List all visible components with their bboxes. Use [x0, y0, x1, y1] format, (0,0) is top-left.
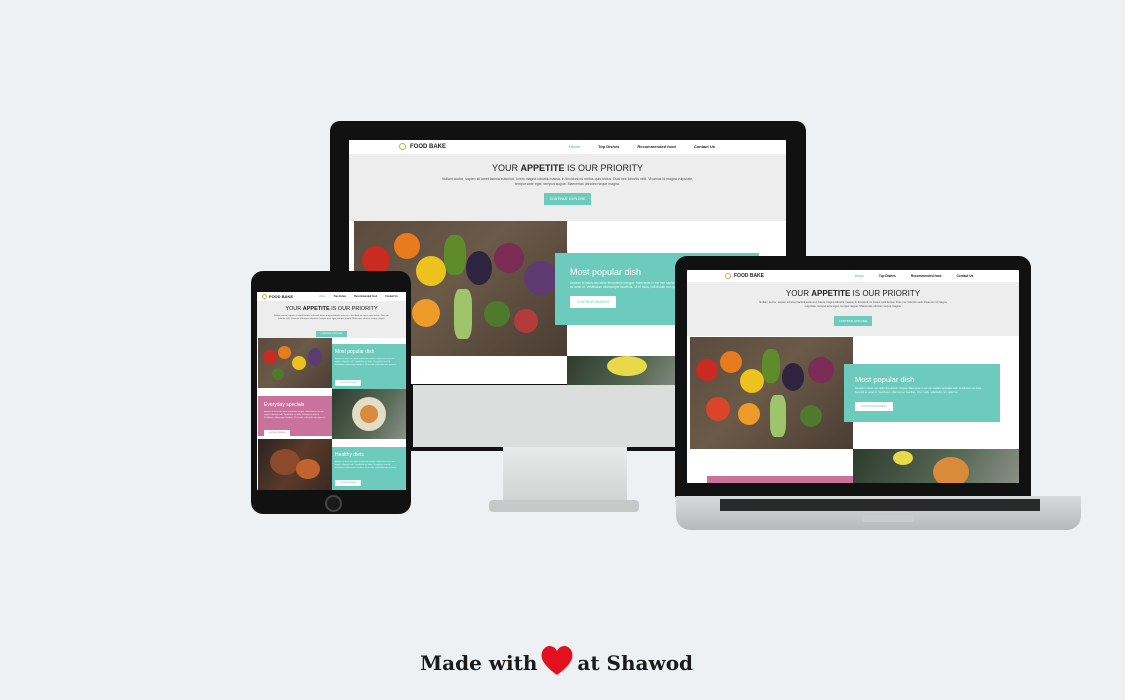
- grilled-meat-photo: [258, 439, 332, 490]
- tablet-menu: Home Top dishes Recommended food Contact…: [319, 295, 398, 298]
- card-text: Aenean in lacus nec dolor fermentum cong…: [264, 411, 326, 419]
- site-nav: FOOD BAKE Home Top Dishes Recommended fo…: [349, 140, 786, 154]
- continue-explore-button[interactable]: CONTINUE EXPLORE: [833, 315, 873, 326]
- card-title: Most popular dish: [855, 375, 915, 384]
- laptop-trackpad[interactable]: [862, 515, 914, 522]
- nav-home[interactable]: Home: [319, 295, 326, 298]
- card-title: Most popular dish: [335, 349, 375, 355]
- laptop-keyboard: [720, 499, 1040, 511]
- footer-credit: Made with at Shawod: [420, 643, 720, 682]
- continue-reading-button[interactable]: CONTINUE READING: [570, 295, 617, 308]
- imac-stand-foot: [489, 500, 639, 512]
- made-with-text: Made with: [420, 650, 538, 675]
- imac-stand-neck: [503, 447, 627, 507]
- vegetables-photo: [690, 337, 853, 449]
- laptop-logo[interactable]: FOOD BAKE: [725, 273, 764, 279]
- brand-name: FOOD BAKE: [269, 294, 293, 299]
- site-logo[interactable]: FOOD BAKE: [399, 143, 446, 150]
- tablet-hero: YOUR APPETITE IS OUR PRIORITY Nullam auc…: [257, 301, 406, 338]
- nav-top-dishes[interactable]: Top Dishes: [879, 274, 896, 278]
- heart-icon: [539, 643, 575, 682]
- imac-chin: [413, 385, 675, 447]
- continue-reading-button[interactable]: CONTINUE READING: [335, 380, 362, 386]
- card-title: Everyday specials: [264, 402, 305, 408]
- tablet-screen: FOOD BAKE Home Top dishes Recommended fo…: [257, 292, 406, 490]
- laptop-menu: Home Top Dishes Recommended food Contact…: [855, 274, 973, 278]
- brand-name: FOOD BAKE: [734, 273, 764, 279]
- hero-text: Nullam auctor, sapien sit amet lacinia e…: [273, 315, 390, 321]
- nav-top-dishes[interactable]: Top dishes: [334, 295, 346, 298]
- nav-menu: Home Top Dishes Recommended food Contact…: [569, 144, 715, 149]
- nav-recommended-food[interactable]: Recommended food: [637, 144, 675, 149]
- logo-icon: [399, 143, 406, 150]
- hero-title: YOUR APPETITE IS OUR PRIORITY: [285, 306, 378, 312]
- salad-photo: [853, 449, 1019, 483]
- tablet-logo[interactable]: FOOD BAKE: [262, 294, 293, 299]
- card-text: Aenean in lacus nec dolor fermentum cong…: [335, 461, 397, 469]
- brand-name: FOOD BAKE: [410, 143, 446, 150]
- card-text: Aenean in lacus nec dolor fermentum cong…: [855, 387, 983, 394]
- hero-text: Nullam auctor, sapien sit amet lacinia e…: [441, 177, 694, 186]
- continue-reading-button[interactable]: CONTINUE READING: [264, 430, 291, 436]
- laptop-nav: FOOD BAKE Home Top Dishes Recommended fo…: [687, 270, 1019, 282]
- hero-text: Nullam auctor, sapien sit amet lacinia e…: [759, 300, 947, 308]
- card-healthy-diets: Healthy diets Aenean in lacus nec dolor …: [332, 447, 406, 490]
- hero-section: YOUR APPETITE IS OUR PRIORITY Nullam auc…: [349, 154, 786, 221]
- at-shawod-text: at Shawod: [577, 650, 694, 675]
- continue-reading-button[interactable]: CONTINUE READING: [855, 402, 894, 412]
- tablet-home-button[interactable]: [325, 495, 342, 512]
- continue-reading-button[interactable]: CONTINUE READING: [335, 480, 362, 486]
- nav-contact-us[interactable]: Contact Us: [385, 295, 398, 298]
- salad-photo: [567, 356, 687, 385]
- hero-title: YOUR APPETITE IS OUR PRIORITY: [785, 289, 921, 298]
- pink-card-peek: [707, 476, 853, 483]
- nav-top-dishes[interactable]: Top Dishes: [598, 144, 619, 149]
- card-title: Healthy diets: [335, 452, 364, 458]
- salad-photo: [332, 389, 406, 439]
- nav-contact-us[interactable]: Contact Us: [694, 144, 715, 149]
- vegetables-photo: [258, 338, 332, 388]
- tablet-nav: FOOD BAKE Home Top dishes Recommended fo…: [257, 292, 406, 301]
- laptop-screen: FOOD BAKE Home Top Dishes Recommended fo…: [687, 270, 1019, 483]
- nav-home[interactable]: Home: [569, 144, 580, 149]
- nav-recommended-food[interactable]: Recommended food: [354, 295, 377, 298]
- card-text: Aenean in lacus nec dolor fermentum cong…: [335, 358, 397, 366]
- laptop-hero: YOUR APPETITE IS OUR PRIORITY Nullam auc…: [687, 282, 1019, 336]
- nav-contact-us[interactable]: Contact Us: [956, 274, 973, 278]
- nav-recommended-food[interactable]: Recommended food: [911, 274, 942, 278]
- continue-explore-button[interactable]: CONTINUE EXPLORE: [316, 331, 347, 338]
- logo-icon: [725, 273, 731, 279]
- continue-explore-button[interactable]: CONTINUE EXPLORE: [543, 192, 592, 205]
- nav-home[interactable]: Home: [855, 274, 864, 278]
- card-most-popular: Most popular dish Aenean in lacus nec do…: [332, 344, 406, 389]
- hero-title: YOUR APPETITE IS OUR PRIORITY: [491, 163, 644, 173]
- logo-icon: [262, 294, 267, 299]
- card-everyday-specials: Everyday specials Aenean in lacus nec do…: [258, 396, 337, 436]
- card-most-popular: Most popular dish Aenean in lacus nec do…: [844, 364, 1000, 422]
